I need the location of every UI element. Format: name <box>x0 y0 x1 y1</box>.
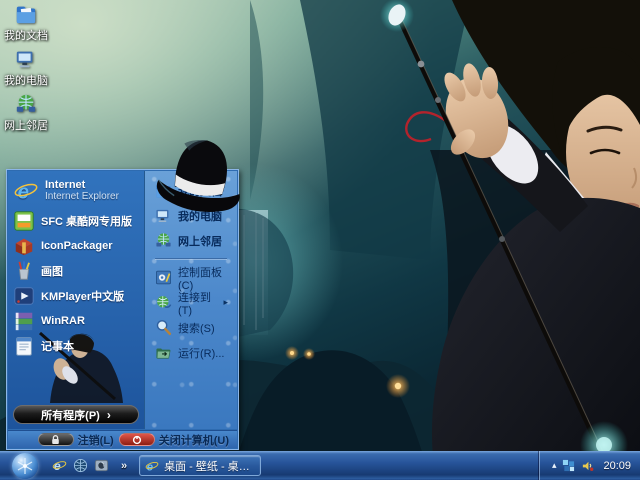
start-menu-pinned-column: e Internet Internet Explorer SFC 桌酷网专用版 <box>8 171 144 429</box>
menu-item-label: 运行(R)... <box>178 345 224 361</box>
menu-item-label: 我的电脑 <box>178 208 222 224</box>
submenu-arrow-icon: ▸ <box>223 297 230 308</box>
menu-item-label: 搜索(S) <box>178 320 215 336</box>
quick-launch-app-icon[interactable] <box>94 458 109 473</box>
task-button-label: 桌面 - 壁纸 - 桌酷... <box>164 458 255 474</box>
quick-launch-overflow-chevron[interactable]: » <box>121 460 127 472</box>
all-programs-button[interactable]: 所有程序(P) › <box>13 405 139 424</box>
desktop-icon-my-computer[interactable]: 我的电脑 <box>0 48 58 88</box>
internet-explorer-icon: e <box>145 459 159 473</box>
iconpackager-icon <box>13 235 35 257</box>
sfc-app-icon <box>13 210 35 232</box>
kmplayer-icon <box>13 285 35 307</box>
desktop: 我的文档 我的电脑 网上邻居 e <box>0 0 640 480</box>
quick-launch-ie-icon[interactable]: e <box>52 458 67 473</box>
notepad-icon <box>13 335 35 357</box>
internet-explorer-icon: e <box>13 178 39 204</box>
winrar-icon <box>13 310 35 332</box>
desktop-icon-label: 网上邻居 <box>4 117 48 133</box>
menu-item-label: 画图 <box>41 263 63 279</box>
tray-volume-icon[interactable] <box>581 459 594 472</box>
menu-item-notepad[interactable]: 记事本 <box>10 333 142 358</box>
menu-item-search[interactable]: 搜索(S) <box>149 316 233 339</box>
start-menu: e Internet Internet Explorer SFC 桌酷网专用版 <box>6 169 239 450</box>
my-documents-icon <box>15 3 37 25</box>
menu-item-connect-to[interactable]: 连接到(T) ▸ <box>149 291 233 314</box>
start-menu-places-column: 我的文档 我的电脑 <box>144 171 237 429</box>
menu-item-label: 连接到(T) <box>178 289 217 317</box>
search-icon <box>155 319 172 336</box>
run-icon <box>155 344 172 361</box>
shutdown-label: 关闭计算机(U) <box>159 432 229 448</box>
menu-divider <box>155 258 227 259</box>
menu-item-label: SFC 桌酷网专用版 <box>41 213 132 229</box>
all-programs-label: 所有程序(P) <box>41 407 100 423</box>
snowflake-orb-icon <box>15 456 35 476</box>
taskbar-task-button[interactable]: e 桌面 - 壁纸 - 桌酷... <box>139 455 261 476</box>
my-documents-icon <box>155 182 172 199</box>
network-places-icon <box>15 93 37 115</box>
quick-launch-bar: e » <box>52 458 127 473</box>
menu-item-control-panel[interactable]: 控制面板(C) <box>149 266 233 289</box>
menu-item-my-computer[interactable]: 我的电脑 <box>149 204 233 227</box>
lock-icon <box>51 435 60 445</box>
logoff-label: 注销(L) <box>78 432 114 448</box>
start-menu-footer: 注销(L) 关闭计算机(U) <box>8 430 237 448</box>
menu-item-label: 控制面板(C) <box>178 264 230 292</box>
desktop-icon-my-documents[interactable]: 我的文档 <box>0 3 58 43</box>
desktop-icon-network-places[interactable]: 网上邻居 <box>0 93 58 133</box>
menu-item-label: 记事本 <box>41 338 74 354</box>
system-tray: ▴ 20:09 <box>539 451 640 480</box>
menu-item-paint[interactable]: 画图 <box>10 258 142 283</box>
paint-icon <box>13 260 35 282</box>
menu-item-label: WinRAR <box>41 315 85 327</box>
logoff-button[interactable]: 注销(L) <box>38 432 114 448</box>
all-programs-arrow-icon: › <box>107 408 111 422</box>
quick-launch-globe-icon[interactable] <box>73 458 88 473</box>
start-menu-watermark-area <box>10 358 142 403</box>
start-button[interactable] <box>12 453 38 479</box>
tray-collapse-arrow-icon[interactable]: ▴ <box>552 460 557 471</box>
menu-item-sfc[interactable]: SFC 桌酷网专用版 <box>10 208 142 233</box>
menu-item-label: Internet <box>45 179 119 191</box>
svg-text:e: e <box>54 459 61 473</box>
menu-item-internet[interactable]: e Internet Internet Explorer <box>10 174 142 208</box>
shutdown-button[interactable]: 关闭计算机(U) <box>119 432 229 448</box>
menu-item-winrar[interactable]: WinRAR <box>10 308 142 333</box>
desktop-icon-label: 我的电脑 <box>4 72 48 88</box>
menu-item-label: 我的文档 <box>178 183 222 199</box>
menu-item-iconpackager[interactable]: IconPackager <box>10 233 142 258</box>
menu-item-run[interactable]: 运行(R)... <box>149 341 233 364</box>
network-places-icon <box>155 232 172 249</box>
power-icon <box>132 435 142 445</box>
menu-item-label: 网上邻居 <box>178 233 222 249</box>
connect-to-icon <box>155 294 172 311</box>
menu-item-network-places[interactable]: 网上邻居 <box>149 229 233 252</box>
menu-item-label: KMPlayer中文版 <box>41 288 124 304</box>
my-computer-icon <box>15 48 37 70</box>
menu-item-label: IconPackager <box>41 240 113 252</box>
desktop-icon-label: 我的文档 <box>4 27 48 43</box>
my-computer-icon <box>155 207 172 224</box>
control-panel-icon <box>155 269 172 286</box>
tray-program-icon[interactable] <box>562 459 575 472</box>
taskbar-clock: 20:09 <box>603 460 631 472</box>
menu-item-sublabel: Internet Explorer <box>45 191 119 203</box>
taskbar: e » e 桌面 - 壁纸 - 桌酷... ▴ <box>0 451 640 480</box>
menu-item-my-documents[interactable]: 我的文档 <box>149 179 233 202</box>
menu-item-kmplayer[interactable]: KMPlayer中文版 <box>10 283 142 308</box>
